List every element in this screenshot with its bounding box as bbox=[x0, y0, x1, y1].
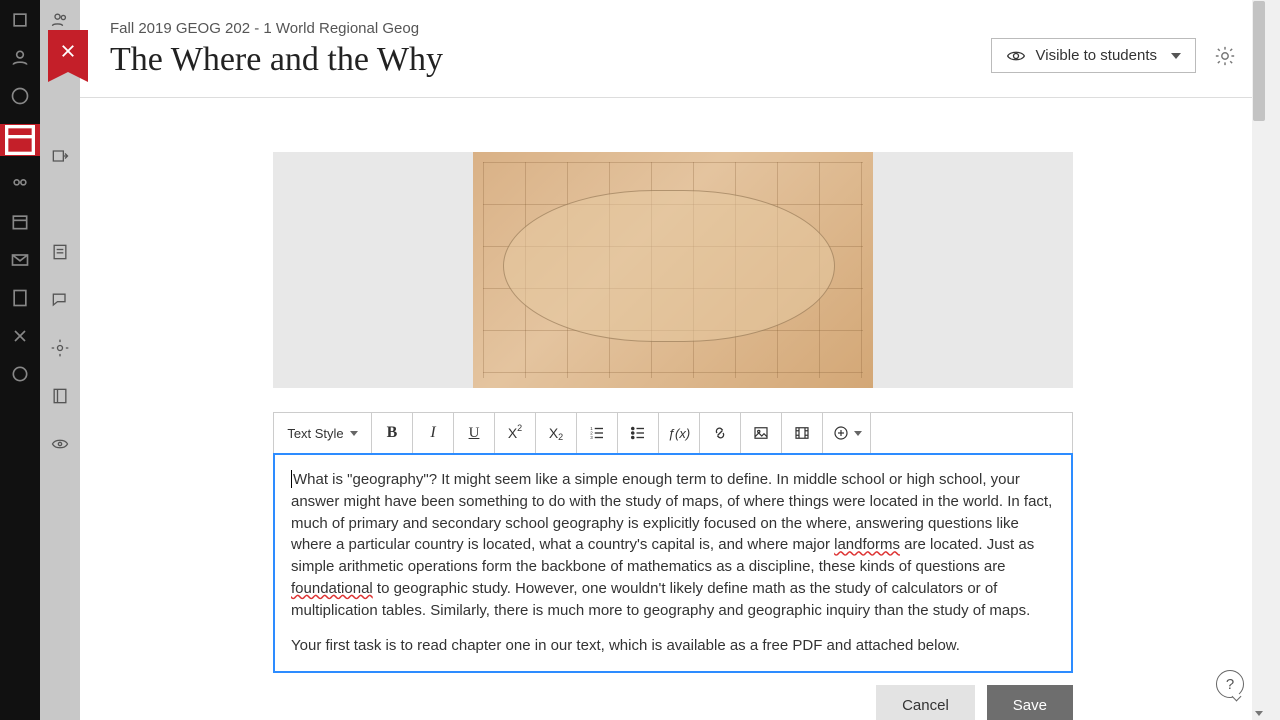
nav-institution-icon[interactable] bbox=[10, 10, 30, 30]
media-button[interactable] bbox=[782, 413, 823, 453]
panel-analytics-icon[interactable] bbox=[50, 434, 70, 454]
editor-footer: Cancel Save bbox=[273, 685, 1073, 720]
image-icon bbox=[752, 424, 770, 442]
editor-textarea[interactable]: What is "geography"? It might seem like … bbox=[273, 453, 1073, 673]
cancel-button[interactable]: Cancel bbox=[876, 685, 975, 720]
panel-gradebook-icon[interactable] bbox=[50, 338, 70, 358]
text-style-dropdown[interactable]: Text Style bbox=[274, 413, 372, 453]
nav-signout-icon[interactable] bbox=[10, 364, 30, 384]
underline-button[interactable]: U bbox=[454, 413, 495, 453]
link-icon bbox=[711, 424, 729, 442]
chevron-down-icon bbox=[1171, 53, 1181, 59]
panel-roster-icon[interactable] bbox=[50, 10, 70, 30]
nav-courses-icon[interactable] bbox=[0, 124, 40, 156]
text-cursor bbox=[291, 470, 292, 488]
nav-organizations-icon[interactable] bbox=[10, 174, 30, 194]
page-title[interactable]: The Where and the Why bbox=[110, 41, 443, 79]
spelling-error: landforms bbox=[834, 536, 900, 553]
visibility-dropdown[interactable]: Visible to students bbox=[991, 38, 1196, 73]
banner-antique-map bbox=[473, 152, 873, 388]
help-button[interactable]: ? bbox=[1216, 670, 1244, 698]
scroll-down-icon[interactable] bbox=[1255, 711, 1263, 716]
nav-profile-icon[interactable] bbox=[10, 48, 30, 68]
eye-icon bbox=[1006, 49, 1026, 63]
header: Fall 2019 GEOG 202 - 1 World Regional Ge… bbox=[80, 0, 1266, 98]
numbered-list-button[interactable]: 123 bbox=[577, 413, 618, 453]
banner-image-container[interactable] bbox=[273, 152, 1073, 388]
superscript-button[interactable]: X2 bbox=[495, 413, 536, 453]
save-button[interactable]: Save bbox=[987, 685, 1073, 720]
caret-down-icon bbox=[854, 431, 862, 436]
panel-messages-icon[interactable] bbox=[50, 386, 70, 406]
numbered-list-icon: 123 bbox=[588, 424, 606, 442]
spelling-error: foundational bbox=[291, 580, 373, 597]
nav-tools-icon[interactable] bbox=[10, 326, 30, 346]
italic-button[interactable]: I bbox=[413, 413, 454, 453]
nav-stream-icon[interactable] bbox=[10, 86, 30, 106]
bullet-list-icon bbox=[629, 424, 647, 442]
settings-button[interactable] bbox=[1214, 45, 1236, 67]
breadcrumb: Fall 2019 GEOG 202 - 1 World Regional Ge… bbox=[110, 20, 443, 37]
link-button[interactable] bbox=[700, 413, 741, 453]
nav-calendar-icon[interactable] bbox=[10, 212, 30, 232]
subscript-button[interactable]: X2 bbox=[536, 413, 577, 453]
app-nav-dark bbox=[0, 0, 40, 720]
nav-grades-icon[interactable] bbox=[10, 288, 30, 308]
plus-circle-icon bbox=[832, 424, 850, 442]
visibility-label: Visible to students bbox=[1036, 47, 1157, 64]
text-editor: Text Style B I U X2 X2 123 ƒ(x) bbox=[273, 412, 1073, 673]
editor-toolbar: Text Style B I U X2 X2 123 ƒ(x) bbox=[273, 412, 1073, 453]
svg-text:3: 3 bbox=[590, 435, 593, 440]
panel-content-icon[interactable] bbox=[50, 242, 70, 262]
main-panel: Fall 2019 GEOG 202 - 1 World Regional Ge… bbox=[80, 0, 1280, 720]
bold-button[interactable]: B bbox=[372, 413, 413, 453]
media-icon bbox=[793, 424, 811, 442]
panel-discussion-icon[interactable] bbox=[50, 290, 70, 310]
caret-down-icon bbox=[350, 431, 358, 436]
nav-messages-icon[interactable] bbox=[10, 250, 30, 270]
scrollbar[interactable] bbox=[1252, 0, 1266, 720]
content-area: Text Style B I U X2 X2 123 ƒ(x) bbox=[80, 98, 1266, 720]
panel-nav-light bbox=[40, 0, 80, 720]
math-button[interactable]: ƒ(x) bbox=[659, 413, 700, 453]
bullet-list-button[interactable] bbox=[618, 413, 659, 453]
scrollbar-thumb[interactable] bbox=[1253, 1, 1265, 121]
panel-exit-icon[interactable] bbox=[50, 146, 70, 166]
image-button[interactable] bbox=[741, 413, 782, 453]
gear-icon bbox=[1214, 45, 1236, 67]
add-content-dropdown[interactable] bbox=[823, 413, 871, 453]
close-button[interactable] bbox=[48, 30, 88, 72]
